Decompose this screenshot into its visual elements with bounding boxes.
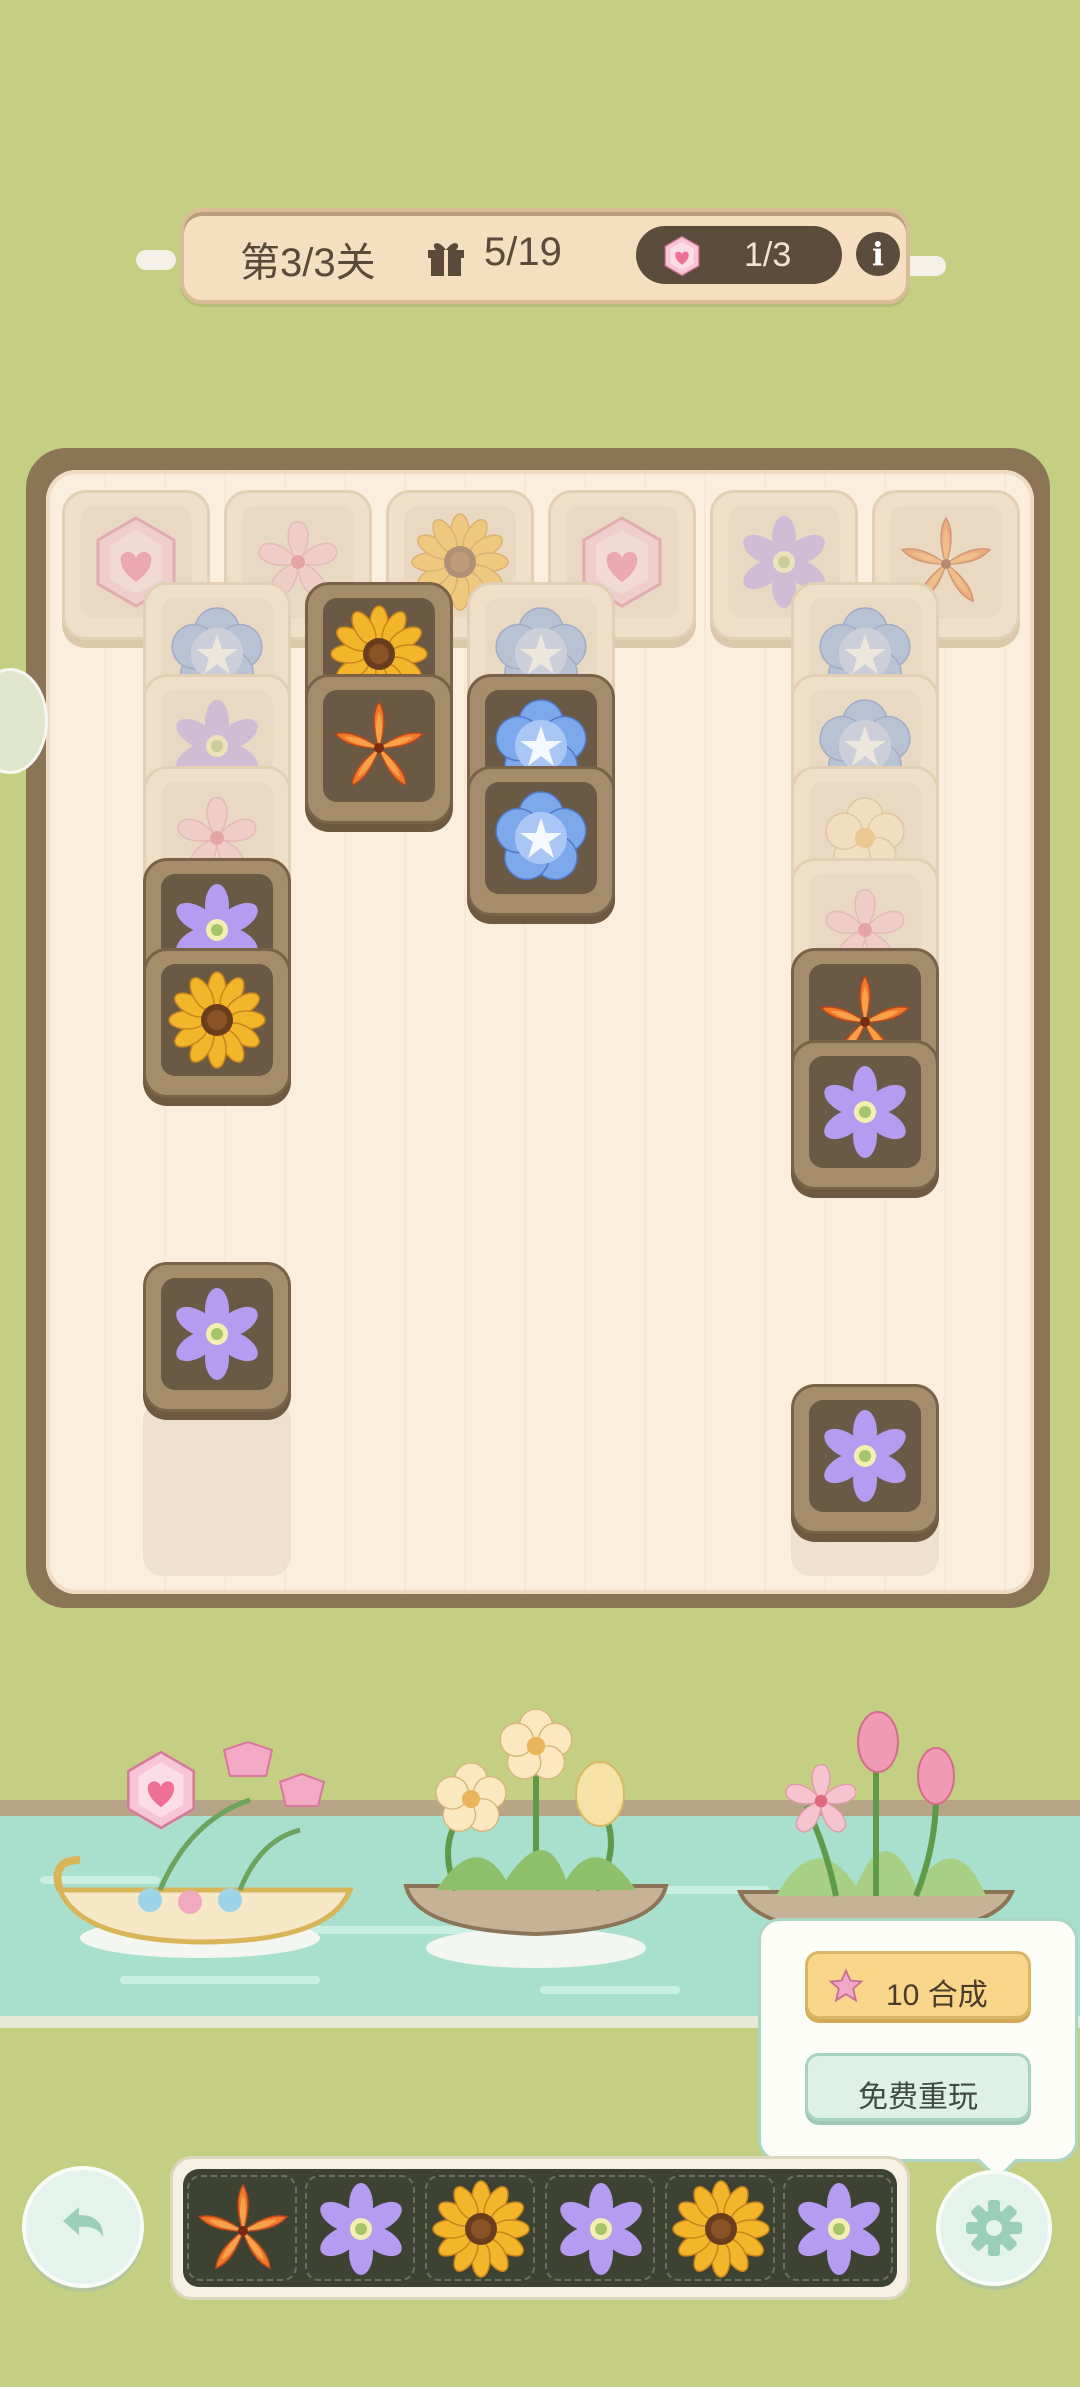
tile-purple-clematis[interactable] [791,1040,939,1198]
slot-orange-lily [187,2175,297,2281]
tile-purple-clematis[interactable] [791,1384,939,1542]
gem-counter-text: 1/3 [744,236,792,274]
merge-button-label: 10 合成 [886,1979,988,2012]
moves-counter: 5/19 [484,230,562,274]
free-replay-label: 免费重玩 [858,2081,978,2114]
slot-sunflower [425,2175,535,2281]
gift-icon [428,243,464,276]
settings-button[interactable] [936,2170,1052,2286]
heart-gem-icon [660,232,704,280]
level-indicator: 第3/3关 [240,241,376,285]
tile-orange-lily[interactable] [305,674,453,832]
tile-blue-flower[interactable] [467,766,615,924]
undo-icon [63,2207,103,2237]
slot-tray [170,2156,910,2300]
slot-purple-clematis [783,2175,893,2281]
gem-boat [53,1740,354,1958]
slot-sunflower [665,2175,775,2281]
info-icon[interactable]: i [856,232,900,276]
tile-sunflower[interactable] [143,948,291,1106]
slot-purple-clematis [545,2175,655,2281]
settings-icon [966,2200,1022,2256]
tile-purple-clematis[interactable] [143,1262,291,1420]
undo-button[interactable] [22,2166,144,2288]
slot-purple-clematis [305,2175,415,2281]
stack-shadow [143,1400,291,1576]
free-replay-button[interactable]: 免费重玩 [805,2053,1031,2121]
gem-counter: 1/3 [636,226,842,284]
cream-flower-boat [403,1708,669,1968]
merge-button[interactable]: 10 合成 [805,1951,1031,2019]
settings-popup: 10 合成 免费重玩 [758,1918,1078,2162]
status-bar: 第3/3关 5/19 1/3 i [180,208,910,304]
star-icon [828,1968,864,2003]
